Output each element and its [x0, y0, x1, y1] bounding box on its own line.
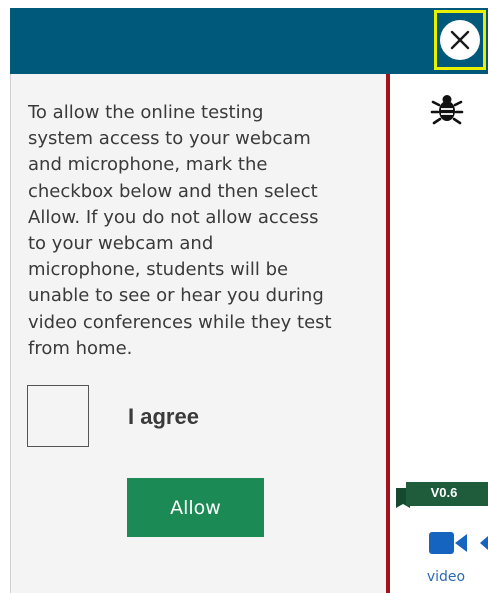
header-bar: [10, 8, 488, 74]
agree-label: I agree: [128, 404, 199, 429]
permission-message: To allow the online testing system acces…: [28, 102, 332, 359]
version-label: V0.6: [430, 485, 458, 500]
panel-divider: [386, 74, 390, 593]
bug-icon[interactable]: [430, 92, 464, 126]
agree-checkbox[interactable]: [27, 385, 89, 447]
close-button[interactable]: [434, 10, 486, 70]
video-label[interactable]: video: [420, 569, 472, 585]
screen: To allow the online testing system acces…: [0, 0, 488, 593]
close-icon: [440, 20, 480, 60]
video-camera-icon[interactable]: [428, 529, 468, 557]
permission-panel: To allow the online testing system acces…: [10, 74, 386, 593]
allow-button[interactable]: Allow: [127, 478, 264, 537]
chevron-left-icon: [480, 536, 488, 550]
